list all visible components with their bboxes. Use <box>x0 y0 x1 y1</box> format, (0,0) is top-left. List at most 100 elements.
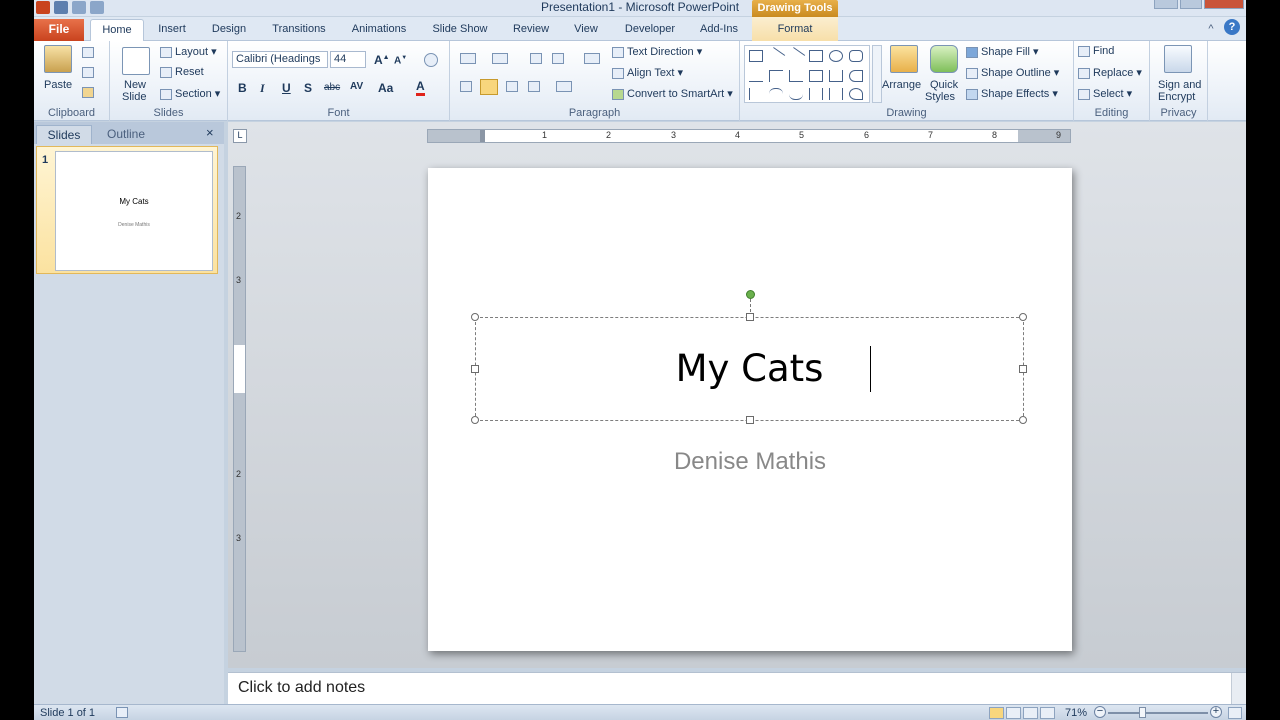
new-slide-button[interactable]: New <box>124 79 146 91</box>
font-color-button[interactable]: A <box>416 79 425 96</box>
zoom-out-button[interactable]: − <box>1094 706 1106 718</box>
justify-icon[interactable] <box>528 81 540 92</box>
shape-rounded-rect-icon[interactable] <box>849 50 863 62</box>
find-button[interactable]: Find <box>1078 45 1114 57</box>
close-pane-icon[interactable]: × <box>206 125 214 140</box>
horizontal-ruler[interactable]: 1 2 3 4 5 6 7 8 9 <box>427 129 1071 143</box>
new-slide-button-line2[interactable]: Slide <box>122 91 146 103</box>
line-spacing-icon[interactable] <box>584 53 600 64</box>
paste-button[interactable]: Paste <box>44 79 72 91</box>
sign-encrypt-icon[interactable] <box>1164 45 1192 73</box>
tab-review[interactable]: Review <box>506 21 556 41</box>
close-window-button[interactable] <box>1204 0 1244 9</box>
slideshow-view-icon[interactable] <box>1040 707 1055 719</box>
numbering-icon[interactable] <box>492 53 508 64</box>
rotate-handle[interactable] <box>746 290 755 299</box>
align-text-button[interactable]: Align Text ▾ <box>612 66 683 79</box>
minimize-button[interactable] <box>1154 0 1178 9</box>
notes-pane[interactable]: Click to add notes <box>228 672 1246 705</box>
italic-button[interactable]: I <box>260 81 265 96</box>
indent-marker-icon[interactable] <box>480 130 485 142</box>
copy-icon[interactable] <box>82 67 94 78</box>
shrink-font-button[interactable]: A▼ <box>394 55 407 66</box>
minimize-ribbon-icon[interactable]: ^ <box>1204 21 1218 41</box>
sign-encrypt-button-line2[interactable]: Encrypt <box>1158 91 1195 103</box>
maximize-button[interactable] <box>1180 0 1202 9</box>
slide-subtitle[interactable]: Denise Mathis <box>428 448 1072 476</box>
zoom-slider[interactable] <box>1108 712 1208 714</box>
resize-handle-bottom-left[interactable] <box>471 416 479 424</box>
slide-title[interactable]: My Cats <box>476 347 1023 390</box>
notes-placeholder[interactable]: Click to add notes <box>238 679 365 697</box>
resize-handle-top-right[interactable] <box>1019 313 1027 321</box>
shape-down-arrow-icon[interactable] <box>829 70 843 82</box>
font-name-combo[interactable]: Calibri (Headings <box>232 51 328 68</box>
change-case-button[interactable]: Aa <box>378 81 393 95</box>
tab-developer[interactable]: Developer <box>618 21 682 41</box>
shape-elbow-icon[interactable] <box>769 70 783 82</box>
tab-selector-icon[interactable]: L <box>233 129 247 143</box>
shape-right-arrow-icon[interactable] <box>809 70 823 82</box>
tab-insert[interactable]: Insert <box>148 21 196 41</box>
shape-line-icon[interactable] <box>766 47 786 65</box>
font-size-combo[interactable]: 44 <box>330 51 366 68</box>
align-left-icon[interactable] <box>460 81 472 92</box>
arrange-button[interactable]: Arrange <box>882 79 921 91</box>
quick-styles-button-line2[interactable]: Styles <box>925 91 955 103</box>
shape-arc-icon[interactable] <box>769 88 783 100</box>
spelling-check-icon[interactable] <box>116 707 128 718</box>
shapes-gallery-scroll[interactable] <box>872 45 882 103</box>
format-painter-icon[interactable] <box>82 87 94 98</box>
tab-slides[interactable]: Slides <box>36 125 92 144</box>
bullets-icon[interactable] <box>460 53 476 64</box>
shape-triangle-icon[interactable] <box>749 70 763 82</box>
vertical-ruler[interactable]: 2 3 2 3 <box>233 166 246 652</box>
clear-formatting-icon[interactable] <box>424 53 438 67</box>
zoom-level[interactable]: 71% <box>1065 707 1087 719</box>
cut-icon[interactable] <box>82 47 94 58</box>
strikethrough-button[interactable]: abc <box>324 82 340 93</box>
shape-textbox-icon[interactable] <box>749 50 763 62</box>
layout-button[interactable]: Layout ▾ <box>160 45 217 58</box>
fit-to-window-icon[interactable] <box>1228 707 1242 719</box>
grow-font-button[interactable]: A▲ <box>374 53 390 67</box>
title-placeholder[interactable]: My Cats <box>471 313 1027 424</box>
align-right-icon[interactable] <box>506 81 518 92</box>
replace-button[interactable]: Replace ▾ <box>1078 66 1142 79</box>
reading-view-icon[interactable] <box>1023 707 1038 719</box>
shape-curve-icon[interactable] <box>849 70 863 82</box>
new-slide-icon[interactable] <box>122 47 150 75</box>
quick-styles-icon[interactable] <box>930 45 958 73</box>
tab-file[interactable]: File <box>34 19 84 41</box>
sign-encrypt-button[interactable]: Sign and <box>1158 79 1201 91</box>
tab-slideshow[interactable]: Slide Show <box>424 21 496 41</box>
resize-handle-bottom[interactable] <box>746 416 754 424</box>
shape-rectangle-icon[interactable] <box>809 50 823 62</box>
tab-animations[interactable]: Animations <box>340 21 418 41</box>
decrease-indent-icon[interactable] <box>530 53 542 64</box>
notes-scrollbar[interactable] <box>1231 673 1246 705</box>
section-button[interactable]: Section ▾ <box>160 87 220 100</box>
bold-button[interactable]: B <box>238 81 247 95</box>
shape-bolt-icon[interactable] <box>749 88 763 100</box>
tab-view[interactable]: View <box>564 21 608 41</box>
arrange-icon[interactable] <box>890 45 918 73</box>
tab-design[interactable]: Design <box>202 21 256 41</box>
reset-button[interactable]: Reset <box>160 66 204 78</box>
tab-transitions[interactable]: Transitions <box>262 21 336 41</box>
columns-icon[interactable] <box>556 81 572 92</box>
shape-elbow-arrow-icon[interactable] <box>789 70 803 82</box>
zoom-in-button[interactable]: + <box>1210 706 1222 718</box>
character-spacing-button[interactable]: AV <box>350 81 363 92</box>
shape-brace-icon[interactable] <box>809 88 823 100</box>
resize-handle-bottom-right[interactable] <box>1019 416 1027 424</box>
convert-smartart-button[interactable]: Convert to SmartArt ▾ <box>612 87 733 100</box>
increase-indent-icon[interactable] <box>552 53 564 64</box>
shape-effects-button[interactable]: Shape Effects ▾ <box>966 87 1058 100</box>
slide-sorter-view-icon[interactable] <box>1006 707 1021 719</box>
tab-format[interactable]: Format <box>752 17 838 41</box>
shape-oval-icon[interactable] <box>829 50 843 62</box>
help-icon[interactable]: ? <box>1224 19 1240 35</box>
shape-arrow-icon[interactable] <box>786 47 806 65</box>
resize-handle-top-left[interactable] <box>471 313 479 321</box>
